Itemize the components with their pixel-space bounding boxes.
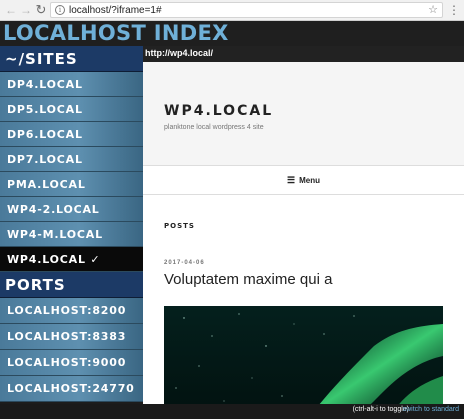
address-url[interactable]: localhost/?iframe=1# xyxy=(69,4,162,17)
frame-url-bar: http://wp4.local/ xyxy=(143,46,464,62)
app-header: LOCALHOST INDEX xyxy=(0,21,464,46)
sidebar-item-wp4-2[interactable]: WP4-2.LOCAL xyxy=(0,197,143,222)
ports-heading: PORTS xyxy=(0,272,143,298)
site-description: planktone local wordpress 4 site xyxy=(164,124,264,131)
site-frame: WP4.LOCAL planktone local wordpress 4 si… xyxy=(143,62,464,404)
bookmark-star-icon[interactable]: ☆ xyxy=(428,3,438,17)
post-date[interactable]: 2017-04-06 xyxy=(164,260,205,266)
hamburger-icon: ☰ xyxy=(287,175,296,185)
browser-toolbar: ← → ↻ i localhost/?iframe=1# ☆ ⋮ xyxy=(0,0,464,21)
post-featured-image[interactable] xyxy=(164,306,443,404)
toggle-hint: (ctrl-alt-i to toggle) xyxy=(352,406,409,413)
sidebar-item-wp4[interactable]: WP4.LOCAL ✓ xyxy=(0,247,143,272)
frame-url: http://wp4.local/ xyxy=(145,48,214,58)
posts-heading: POSTS xyxy=(164,222,195,230)
sidebar-item-dp4[interactable]: DP4.LOCAL xyxy=(0,72,143,97)
menu-button[interactable]: ☰ Menu xyxy=(287,175,320,186)
sites-heading: ~/SITES xyxy=(0,46,143,72)
menu-label: Menu xyxy=(299,176,320,185)
footer-bar: (ctrl-alt-i to toggle) switch to standar… xyxy=(0,404,464,419)
sidebar-item-port-24770[interactable]: LOCALHOST:24770 xyxy=(0,376,143,402)
reload-icon[interactable]: ↻ xyxy=(34,3,48,17)
site-title[interactable]: WP4.LOCAL xyxy=(164,103,273,119)
browser-menu-icon[interactable]: ⋮ xyxy=(448,3,460,17)
sidebar: ~/SITES DP4.LOCAL DP5.LOCAL DP6.LOCAL DP… xyxy=(0,46,143,404)
aurora-image xyxy=(164,306,443,404)
sidebar-item-pma[interactable]: PMA.LOCAL xyxy=(0,172,143,197)
info-icon[interactable]: i xyxy=(55,5,65,15)
site-header: WP4.LOCAL planktone local wordpress 4 si… xyxy=(143,62,464,165)
page-title: LOCALHOST INDEX xyxy=(3,21,229,45)
sidebar-item-port-8200[interactable]: LOCALHOST:8200 xyxy=(0,298,143,324)
post-title[interactable]: Voluptatem maxime qui a xyxy=(164,271,332,288)
site-menu-bar: ☰ Menu xyxy=(143,165,464,195)
sidebar-item-dp6[interactable]: DP6.LOCAL xyxy=(0,122,143,147)
back-arrow-icon[interactable]: ← xyxy=(4,3,18,17)
address-bar[interactable]: i localhost/?iframe=1# ☆ xyxy=(50,2,443,18)
sidebar-item-wp4-m[interactable]: WP4-M.LOCAL xyxy=(0,222,143,247)
sidebar-item-port-8383[interactable]: LOCALHOST:8383 xyxy=(0,324,143,350)
sidebar-item-dp5[interactable]: DP5.LOCAL xyxy=(0,97,143,122)
sidebar-item-dp7[interactable]: DP7.LOCAL xyxy=(0,147,143,172)
switch-to-standard-link[interactable]: switch to standard xyxy=(403,406,459,413)
forward-arrow-icon[interactable]: → xyxy=(19,3,33,17)
sidebar-item-port-9000[interactable]: LOCALHOST:9000 xyxy=(0,350,143,376)
